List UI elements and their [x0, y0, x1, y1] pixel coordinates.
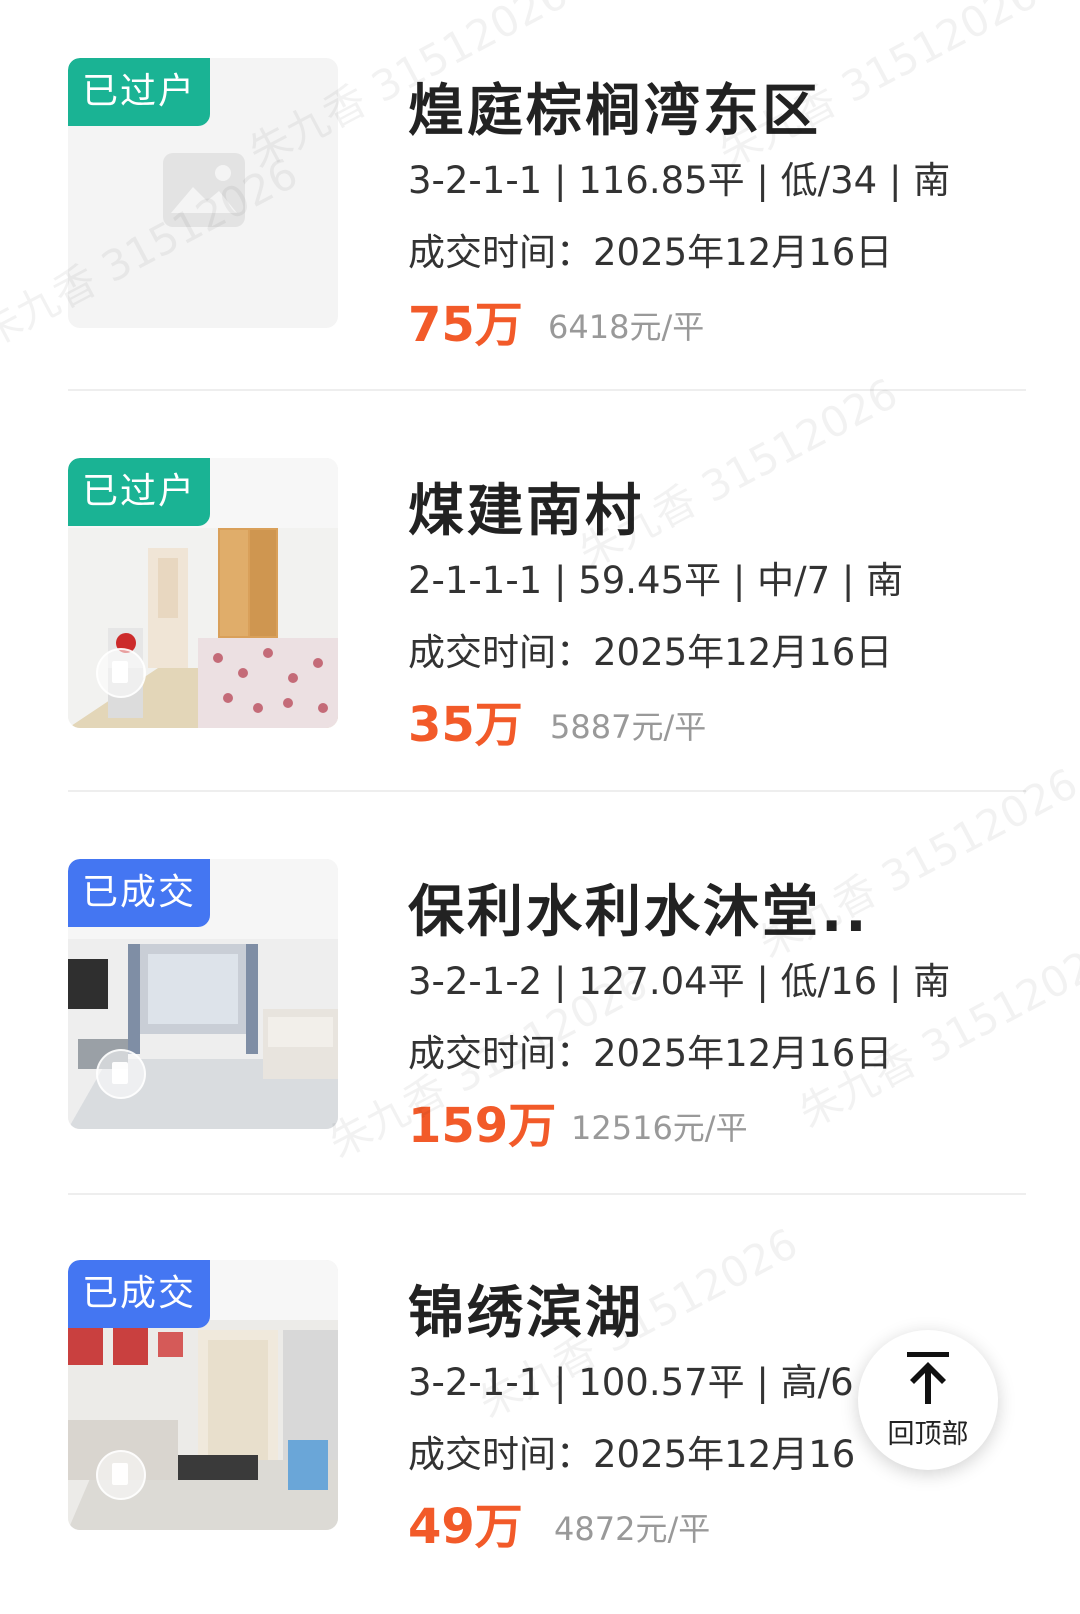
- back-to-top-label: 回顶部: [887, 1419, 969, 1450]
- deal-time: 成交时间：2025年12月16: [408, 1433, 856, 1476]
- listing-meta: 3-2-1-1 | 116.85平 | 低/34 | 南: [408, 159, 951, 202]
- unit-price: 5887元/平: [550, 708, 707, 746]
- listing-meta: 3-2-1-1 | 100.57平 | 高/6 |: [408, 1361, 878, 1404]
- status-badge: 已成交: [68, 1260, 211, 1328]
- status-badge: 已过户: [68, 458, 211, 526]
- listing-thumbnail[interactable]: 已成交: [68, 1260, 338, 1530]
- listing-card[interactable]: 已过户 煤建南村 2-1-1-1 | 59.45平 | 中/7 | 南 成交时间…: [68, 400, 1028, 812]
- vr-tour-icon[interactable]: [96, 1049, 146, 1099]
- unit-price: 4872元/平: [554, 1510, 711, 1548]
- deal-time: 成交时间：2025年12月16日: [408, 631, 893, 674]
- total-price: 75万: [408, 297, 523, 353]
- listing-thumbnail[interactable]: 已成交: [68, 859, 338, 1129]
- vr-tour-icon[interactable]: [96, 1450, 146, 1500]
- back-to-top-button[interactable]: 回顶部: [858, 1330, 998, 1470]
- total-price: 35万: [408, 697, 523, 753]
- deal-time: 成交时间：2025年12月16日: [408, 231, 893, 274]
- status-badge: 已成交: [68, 859, 211, 927]
- image-placeholder-icon: [163, 153, 245, 227]
- listing-title[interactable]: 保利水利水沐堂..: [408, 867, 870, 948]
- divider: [68, 1193, 1026, 1195]
- total-price: 159万: [408, 1098, 557, 1154]
- listing-thumbnail[interactable]: 已过户: [68, 58, 338, 328]
- listing-title[interactable]: 煌庭棕榈湾东区: [408, 66, 821, 147]
- divider: [68, 389, 1026, 391]
- listing-card[interactable]: 已过户 煌庭棕榈湾东区 3-2-1-1 | 116.85平 | 低/34 | 南…: [68, 0, 1028, 412]
- total-price: 49万: [408, 1499, 523, 1555]
- unit-price: 12516元/平: [571, 1109, 748, 1147]
- status-badge: 已过户: [68, 58, 211, 126]
- listing-meta: 2-1-1-1 | 59.45平 | 中/7 | 南: [408, 559, 904, 602]
- listing-title[interactable]: 锦绣滨湖: [408, 1268, 644, 1349]
- listing-meta: 3-2-1-2 | 127.04平 | 低/16 | 南: [408, 960, 951, 1003]
- divider: [68, 790, 1026, 792]
- listing-thumbnail[interactable]: 已过户: [68, 458, 338, 728]
- deal-time: 成交时间：2025年12月16日: [408, 1032, 893, 1075]
- unit-price: 6418元/平: [548, 308, 705, 346]
- listing-card[interactable]: 已成交 保利水利水沐堂.. 3-2-1-2 | 127.04平 | 低/16 |…: [68, 801, 1028, 1213]
- listing-title[interactable]: 煤建南村: [408, 466, 644, 547]
- vr-tour-icon[interactable]: [96, 648, 146, 698]
- arrow-up-icon: [907, 1352, 949, 1404]
